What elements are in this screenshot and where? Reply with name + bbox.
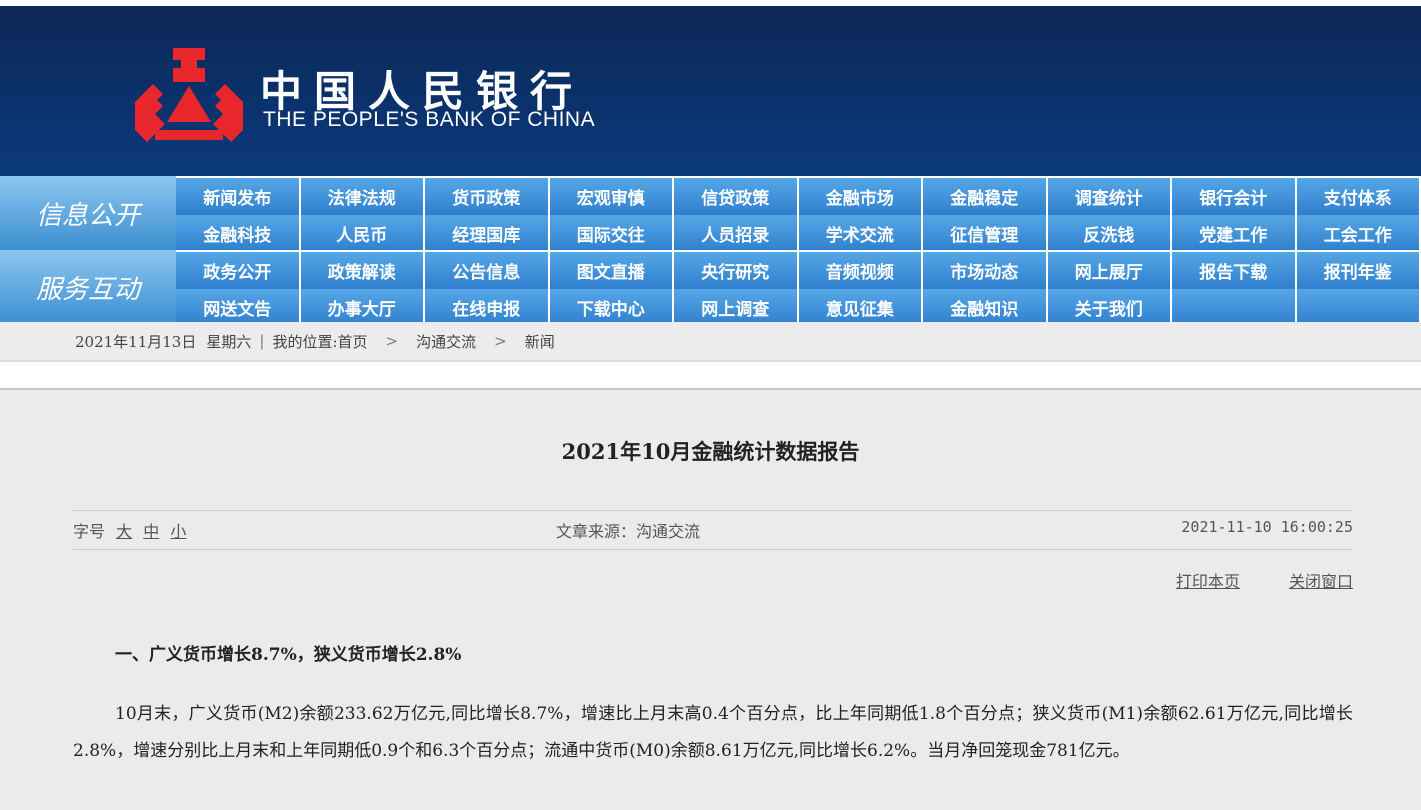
nav-info-disclosure: 信息公开 新闻发布 法律法规 货币政策 宏观审慎 信贷政策 金融市场 金融稳定 …: [0, 176, 1421, 252]
nav-item[interactable]: 公告信息: [425, 252, 550, 289]
font-large-link[interactable]: 大: [116, 522, 132, 541]
nav-item[interactable]: 报刊年鉴: [1296, 252, 1421, 289]
nav-item[interactable]: 反洗钱: [1047, 215, 1172, 252]
article-meta: 字号 大 中 小 文章来源：沟通交流 2021-11-10 16:00:25: [73, 518, 1353, 542]
nav-item[interactable]: 征信管理: [923, 215, 1048, 252]
nav-item[interactable]: 法律法规: [300, 178, 425, 215]
nav-item[interactable]: 经理国库: [425, 215, 550, 252]
breadcrumb-level1-link[interactable]: 沟通交流: [416, 331, 476, 352]
current-weekday: 星期六: [206, 332, 252, 351]
font-size-label: 字号: [73, 522, 106, 541]
breadcrumb-home-link[interactable]: 首页: [338, 331, 368, 352]
breadcrumb-separator: >: [494, 332, 507, 350]
close-window-link[interactable]: 关闭窗口: [1289, 572, 1353, 591]
nav-item[interactable]: 音频视频: [798, 252, 923, 289]
nav-item[interactable]: 政策解读: [300, 252, 425, 289]
nav-service-label: 服务互动: [0, 250, 176, 324]
section-heading: 一、广义货币增长8.7%，狭义货币增长2.8%: [115, 645, 462, 665]
nav-item[interactable]: 网上展厅: [1047, 252, 1172, 289]
nav-item[interactable]: 办事大厅: [300, 289, 425, 326]
article-source: 文章来源：沟通交流: [556, 522, 701, 541]
nav-item[interactable]: 央行研究: [674, 252, 799, 289]
nav-item[interactable]: 政务公开: [176, 252, 301, 289]
nav-item[interactable]: 图文直播: [549, 252, 674, 289]
nav-item[interactable]: 在线申报: [425, 289, 550, 326]
nav-item[interactable]: 意见征集: [798, 289, 923, 326]
breadcrumb: 2021年11月13日 星期六 | 我的位置: 首页 > 沟通交流 > 新闻: [0, 322, 1421, 362]
article-container: 2021年10月金融统计数据报告 字号 大 中 小 文章来源：沟通交流 2021…: [0, 388, 1421, 810]
nav-item[interactable]: 金融科技: [176, 215, 301, 252]
font-size-switcher: 字号 大 中 小: [73, 518, 186, 542]
article-paragraph: 10月末，广义货币(M2)余额233.62万亿元,同比增长8.7%，增速比上月末…: [73, 704, 1353, 761]
nav-empty-cell: [1296, 289, 1421, 326]
nav-item[interactable]: 金融稳定: [923, 178, 1048, 215]
current-date: 2021年11月13日: [75, 332, 197, 351]
font-small-link[interactable]: 小: [170, 522, 186, 541]
article-actions: 打印本页 关闭窗口: [1132, 568, 1353, 592]
nav-item[interactable]: 货币政策: [425, 178, 550, 215]
site-header: 中国人民银行 THE PEOPLE'S BANK OF CHINA: [0, 0, 1421, 176]
nav-item[interactable]: 新闻发布: [176, 178, 301, 215]
nav-item[interactable]: 金融市场: [798, 178, 923, 215]
nav-item[interactable]: 人民币: [300, 215, 425, 252]
breadcrumb-divider: |: [259, 332, 265, 350]
nav-item[interactable]: 工会工作: [1296, 215, 1421, 252]
nav-item[interactable]: 宏观审慎: [549, 178, 674, 215]
font-medium-link[interactable]: 中: [143, 522, 159, 541]
nav-item[interactable]: 国际交往: [549, 215, 674, 252]
meta-divider-bottom: [73, 549, 1353, 550]
nav-item[interactable]: 金融知识: [923, 289, 1048, 326]
nav-empty-cell: [1172, 289, 1297, 326]
nav-item[interactable]: 党建工作: [1172, 215, 1297, 252]
nav-item[interactable]: 报告下载: [1172, 252, 1297, 289]
breadcrumb-level2-link[interactable]: 新闻: [525, 331, 555, 352]
nav-service-interaction: 服务互动 政务公开 政策解读 公告信息 图文直播 央行研究 音频视频 市场动态 …: [0, 250, 1421, 326]
print-page-link[interactable]: 打印本页: [1176, 572, 1240, 591]
meta-divider-top: [73, 510, 1353, 511]
pboc-logo-icon: [135, 48, 243, 142]
nav-item[interactable]: 调查统计: [1047, 178, 1172, 215]
location-label: 我的位置:: [272, 332, 338, 351]
nav-item[interactable]: 学术交流: [798, 215, 923, 252]
logo-english-name: THE PEOPLE'S BANK OF CHINA: [263, 108, 596, 131]
article-title: 2021年10月金融统计数据报告: [561, 439, 860, 464]
nav-item[interactable]: 支付体系: [1296, 178, 1421, 215]
nav-item[interactable]: 网送文告: [176, 289, 301, 326]
nav-item[interactable]: 下载中心: [549, 289, 674, 326]
nav-item[interactable]: 关于我们: [1047, 289, 1172, 326]
nav-item[interactable]: 网上调查: [674, 289, 799, 326]
nav-item[interactable]: 市场动态: [923, 252, 1048, 289]
nav-info-label: 信息公开: [0, 176, 176, 250]
nav-item[interactable]: 信贷政策: [674, 178, 799, 215]
breadcrumb-separator: >: [385, 332, 399, 350]
nav-item[interactable]: 银行会计: [1172, 178, 1297, 215]
article-datetime: 2021-11-10 16:00:25: [1181, 518, 1353, 536]
nav-item[interactable]: 人员招录: [674, 215, 799, 252]
